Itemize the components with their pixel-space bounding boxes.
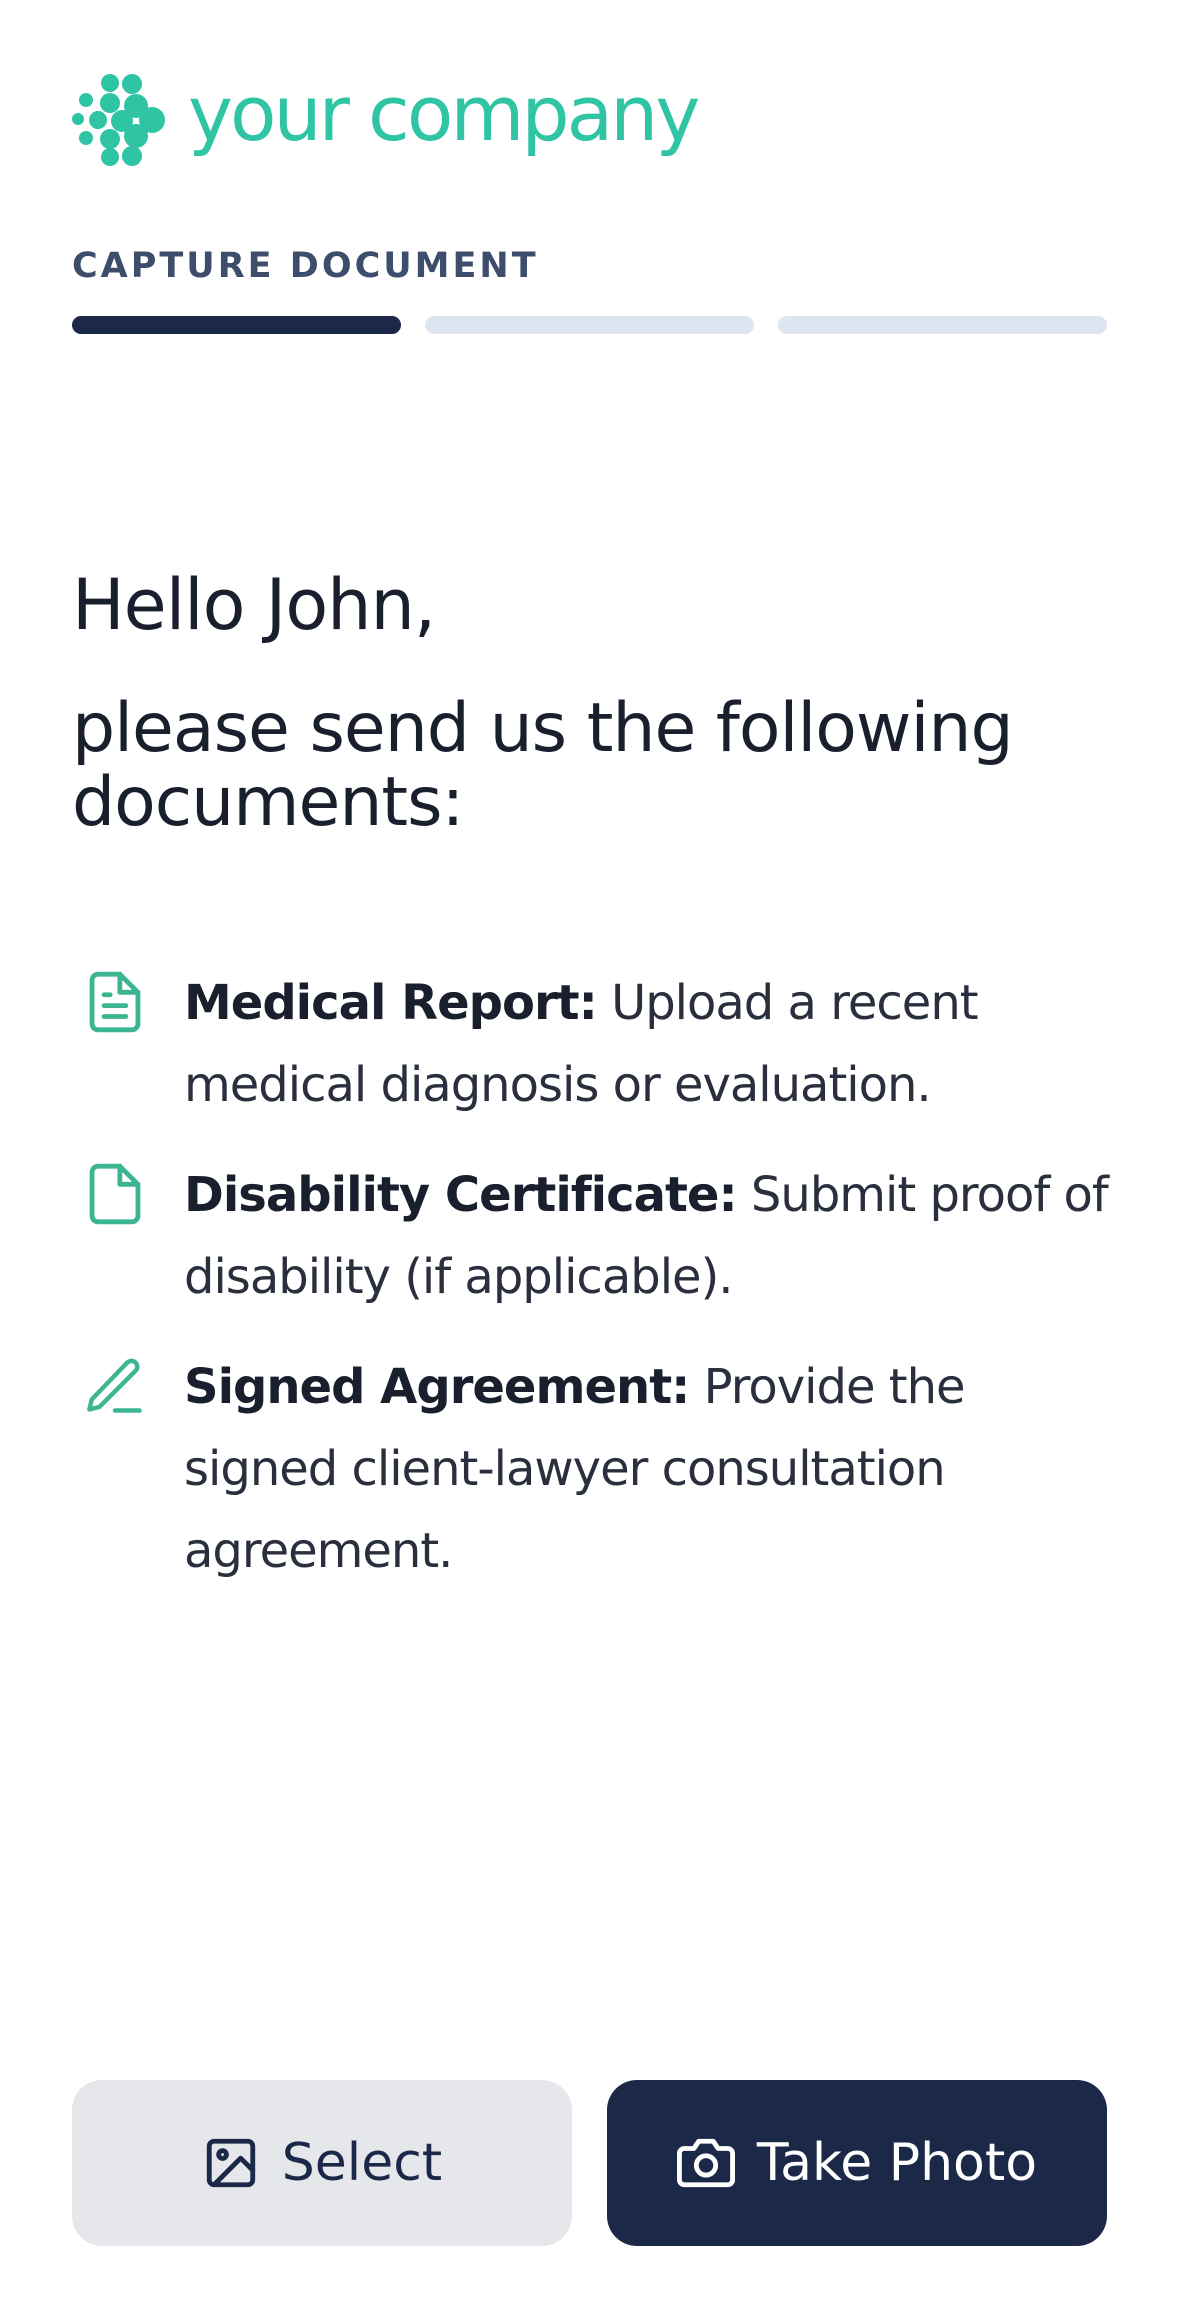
- step-title: CAPTURE DOCUMENT: [72, 246, 539, 286]
- take-photo-button[interactable]: Take Photo: [607, 2080, 1107, 2246]
- document-title: Disability Certificate:: [184, 1167, 738, 1223]
- file-text-icon: [72, 970, 184, 1034]
- take-photo-button-label: Take Photo: [756, 2133, 1038, 2193]
- list-item-disability-certificate: Disability Certificate: Submit proof of …: [72, 1162, 1112, 1318]
- image-icon: [206, 2138, 255, 2188]
- select-button-label: Select: [281, 2133, 443, 2193]
- progress-step-2: [425, 316, 754, 334]
- file-icon: [72, 1162, 184, 1226]
- document-description: Signed Agreement: Provide the signed cli…: [184, 1346, 1112, 1592]
- step-progress: [72, 316, 1107, 334]
- instructions-subtitle: please send us the following documents:: [72, 689, 1014, 842]
- list-item-medical-report: Medical Report: Upload a recent medical …: [72, 970, 1112, 1126]
- company-name: your company: [188, 69, 700, 158]
- required-documents-list: Medical Report: Upload a recent medical …: [72, 970, 1112, 1628]
- document-description: Medical Report: Upload a recent medical …: [184, 962, 1112, 1126]
- greeting-heading: Hello John,: [72, 564, 436, 646]
- pen-icon: [72, 1354, 184, 1418]
- camera-icon: [676, 2138, 735, 2188]
- dots-logo-icon: [72, 74, 165, 166]
- list-item-signed-agreement: Signed Agreement: Provide the signed cli…: [72, 1354, 1112, 1592]
- progress-step-3: [778, 316, 1107, 334]
- company-logo: your company: [72, 69, 700, 170]
- document-title: Medical Report:: [184, 975, 598, 1031]
- progress-step-1: [72, 316, 401, 334]
- document-description: Disability Certificate: Submit proof of …: [184, 1154, 1112, 1318]
- select-button[interactable]: Select: [72, 2080, 572, 2246]
- document-title: Signed Agreement:: [184, 1359, 690, 1415]
